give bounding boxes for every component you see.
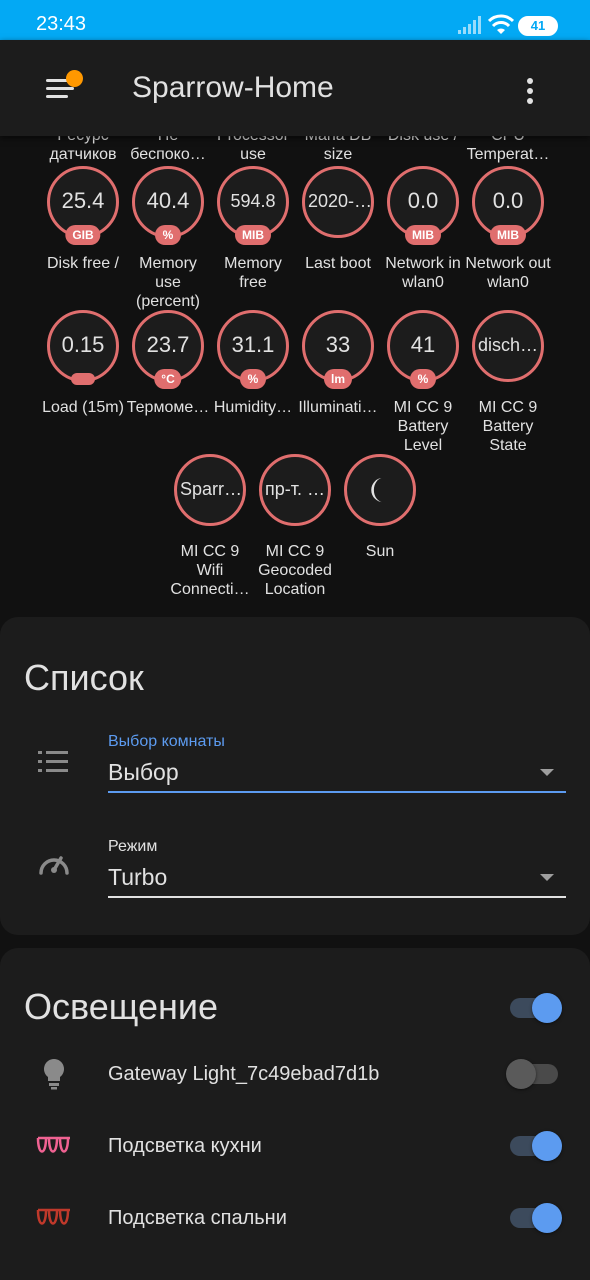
badge-label: Last boot [305,255,371,272]
badge-unit: GIB [65,225,101,245]
room-select-label: Выбор комнаты [108,733,225,750]
badge-value: 2020-… [308,191,371,211]
badge-label: Memory use (percent) [135,255,201,310]
led-strip-icon [36,1208,70,1225]
lights-master-toggle[interactable] [508,990,562,1026]
badge-circle: disch… [472,310,544,382]
badge-value: пр-т. … [265,479,326,499]
badge-label: Не беспоко… [130,136,206,163]
badge-unit: MIB [490,225,526,245]
badge-circle: 0.0 MIB [387,166,459,245]
badge-value: 33 [325,332,351,357]
badge-label: Maria DB size [305,136,372,163]
list-card: Список Выбор комнаты Выбор Режим Turbo [0,617,590,935]
badges-area: Ресурс датчиков Не беспоко… Processor us… [0,136,590,608]
badge-circle: 0.15 [47,310,119,385]
badge-label: MI CC 9 Wifi Connecti… [170,543,250,598]
badge-value: 25.4 [61,188,105,213]
moon-icon [371,477,384,503]
badge-unit: lm [323,369,353,389]
badge-label: Термоме… [126,399,210,416]
badge-value: 0.15 [61,332,105,357]
battery-indicator: 41 [518,16,558,36]
light-row-label: Gateway Light_7c49ebad7d1b [108,1063,380,1085]
badge-value: 594.8 [230,191,276,211]
app-title: Sparrow-Home [132,71,334,104]
badge-unit: % [240,369,266,389]
card-title: Освещение [24,986,218,1027]
badge-label: Network out wlan0 [465,255,551,291]
room-select-value: Выбор [108,759,179,785]
badge-unit: °C [154,369,182,389]
badge-label: Memory free [224,255,282,291]
more-options-icon[interactable] [520,76,540,106]
status-bar: 23:43 41 [0,0,590,40]
badge-circle: 41 % [387,310,459,389]
badge-circle: 33 lm [302,310,374,389]
badge-value: 31.1 [231,332,275,357]
badge-unit: MIB [405,225,441,245]
mode-select[interactable]: Режим Turbo [108,838,566,898]
badge-circle: 23.7 °C [132,310,204,389]
mode-select-value: Turbo [108,864,168,890]
badge-value: 41 [410,332,436,357]
badge-circle [344,454,416,526]
badge-value: 40.4 [146,188,190,213]
room-select-underline [108,791,566,793]
badge-circle: 25.4 GIB [47,166,119,245]
badge-circle: Sparr… [174,454,246,526]
badge-circle: пр-т. … [259,454,331,526]
badge-label: Sun [365,543,395,560]
cellular-signal-icon [458,16,481,34]
badge-label: Disk use / [380,136,466,145]
badge-unit: % [410,369,436,389]
badge-circle: 2020-… [302,166,374,238]
badge-circle: 40.4 % [132,166,204,245]
badge-label: Network in wlan0 [385,255,461,291]
light-row-label: Подсветка спальни [108,1207,287,1229]
menu-icon[interactable] [44,70,84,106]
mode-select-underline [108,896,566,898]
room-select[interactable]: Выбор комнаты Выбор [108,733,566,793]
badge-value: Sparr… [180,479,243,499]
card-title: Список [24,657,144,698]
badge-label: Illuminati… [298,399,378,416]
notification-dot [66,70,83,87]
badge-label: CPU Temperat… [466,136,550,163]
badge-label: Ресурс датчиков [49,136,117,163]
badge-unit: % [155,225,181,245]
badge-label: Processor use [217,136,289,163]
app-bar: Sparrow-Home [0,40,590,136]
light-row-label: Подсветка кухни [108,1135,262,1157]
badge-label: MI CC 9 Battery Level [393,399,453,454]
lightbulb-icon [44,1059,64,1090]
format-list-icon [38,751,68,772]
badge-label: Load (15m) [42,399,124,416]
led-strip-icon [36,1136,70,1153]
badge-circle: 0.0 MIB [472,166,544,245]
gateway-light-toggle[interactable] [506,1056,562,1092]
mode-select-label: Режим [108,838,158,855]
badge-value: 0.0 [407,188,439,213]
badge-label: Humidity… [213,399,293,416]
badge-circle: 594.8 MIB [217,166,289,245]
badge-value: 0.0 [492,188,524,213]
dropdown-arrow-icon [540,874,554,881]
badge-unit [71,373,95,385]
badge-label: Disk free / [46,255,119,272]
badge-circle: 31.1 % [217,310,289,389]
lights-card: Освещение Gateway Light_7c49ebad7d1b Под… [0,948,590,1280]
speedometer-icon [39,856,69,875]
badge-label: MI CC 9 Battery State [478,399,538,454]
status-time: 23:43 [36,13,87,35]
bedroom-light-toggle[interactable] [508,1200,562,1236]
wifi-icon [488,14,514,34]
dropdown-arrow-icon [540,769,554,776]
badge-value: 23.7 [146,332,190,357]
badge-value: disch… [478,335,539,355]
badge-unit: MIB [235,225,271,245]
kitchen-light-toggle[interactable] [508,1128,562,1164]
badge-label: MI CC 9 Geocoded Location [258,543,332,598]
